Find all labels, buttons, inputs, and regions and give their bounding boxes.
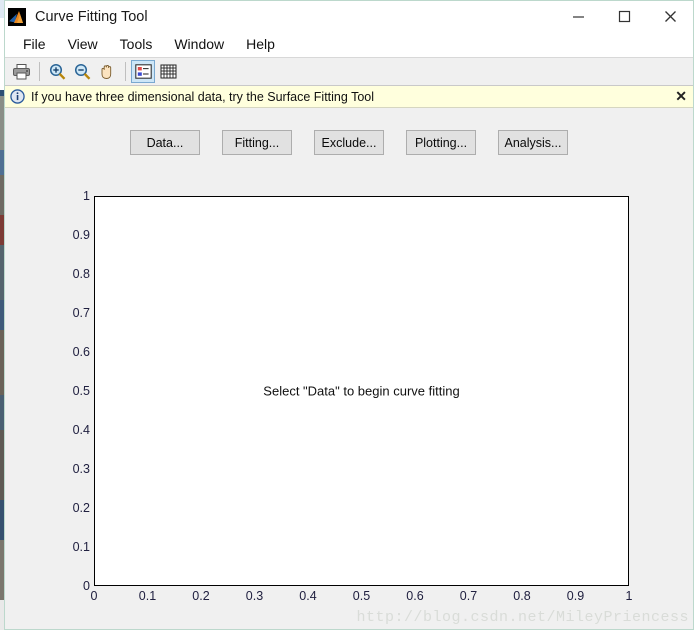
maximize-button[interactable] [601, 1, 647, 32]
y-tick-label: 0.5 [72, 384, 90, 398]
print-button[interactable] [9, 60, 33, 83]
info-circle-icon [10, 89, 25, 104]
toolbar-separator-2 [125, 62, 126, 81]
close-button[interactable] [647, 1, 693, 32]
plot-area: 0 0.1 0.2 0.3 0.4 0.5 0.6 0.7 0.8 0.9 1 Select "Da… [5, 108, 693, 629]
legend-icon [134, 64, 152, 79]
y-tick-label: 0.8 [72, 267, 90, 281]
window-title: Curve Fitting Tool [35, 8, 148, 25]
minimize-icon [572, 16, 584, 18]
x-axis-tick-labels: 0 0.1 0.2 0.3 0.4 0.5 0.6 0.7 0.8 0.9 1 [90, 589, 633, 609]
window-controls [555, 1, 693, 32]
y-tick-label: 0.9 [72, 228, 90, 242]
zoom-in-button[interactable] [45, 60, 69, 83]
menu-item-view[interactable]: View [57, 34, 109, 55]
x-tick-label: 0.1 [138, 589, 157, 603]
x-tick-label: 0.3 [245, 589, 264, 603]
pan-button[interactable] [95, 60, 119, 83]
x-tick-label: 0.6 [406, 589, 424, 603]
info-message: If you have three dimensional data, try … [31, 89, 375, 104]
y-tick-label: 0.7 [72, 306, 90, 320]
zoom-out-icon [74, 63, 90, 80]
maximize-icon [618, 10, 630, 23]
zoom-out-button[interactable] [70, 60, 94, 83]
toolbar-separator-1 [39, 62, 40, 81]
y-axis-tick-labels: 0 0.1 0.2 0.3 0.4 0.5 0.6 0.7 0.8 0.9 1 [54, 189, 90, 593]
matlab-logo-icon [8, 7, 26, 26]
y-tick-label: 1 [83, 189, 90, 203]
legend-button[interactable] [131, 60, 155, 83]
plot-canvas[interactable]: Select "Data" to begin curve fitting [94, 196, 629, 586]
info-close-button[interactable]: ✕ [675, 88, 687, 104]
x-tick-label: 0 [90, 589, 98, 603]
print-icon [12, 63, 30, 79]
x-tick-label: 0.7 [459, 589, 478, 603]
y-tick-label: 0.2 [72, 501, 90, 515]
grid-button[interactable] [156, 60, 180, 83]
title-bar: Curve Fitting Tool [5, 1, 693, 32]
y-tick-label: 0 [83, 579, 90, 593]
watermark-text: http://blog.csdn.net/MileyPriencess [356, 609, 689, 626]
x-tick-label: 0.9 [566, 589, 585, 603]
curve-fitting-tool-window: Curve Fitting Tool File View Tools Windo… [4, 0, 694, 630]
menu-item-tools[interactable]: Tools [109, 34, 164, 55]
x-tick-label: 0.8 [513, 589, 531, 603]
x-tick-label: 0.2 [192, 589, 210, 603]
y-tick-label: 0.4 [72, 423, 90, 437]
menu-item-help[interactable]: Help [235, 34, 286, 55]
plot-placeholder-message: Select "Data" to begin curve fitting [263, 383, 460, 399]
y-tick-label: 0.6 [72, 345, 90, 359]
y-tick-label: 0.1 [72, 540, 90, 554]
menu-item-window[interactable]: Window [163, 34, 235, 55]
zoom-in-icon [49, 63, 65, 80]
menu-bar: File View Tools Window Help [5, 32, 693, 57]
toolbar [5, 57, 693, 86]
close-icon [664, 11, 676, 22]
x-tick-label: 0.4 [299, 589, 317, 603]
x-tick-label: 0.5 [352, 589, 371, 603]
pan-hand-icon [101, 64, 111, 79]
grid-icon [160, 64, 176, 79]
main-content: Data... Fitting... Exclude... Plotting..… [5, 108, 693, 629]
minimize-button[interactable] [555, 1, 601, 32]
info-bar: If you have three dimensional data, try … [5, 86, 693, 108]
menu-item-file[interactable]: File [12, 34, 57, 55]
x-tick-label: 1 [625, 589, 633, 603]
y-tick-label: 0.3 [72, 462, 90, 476]
